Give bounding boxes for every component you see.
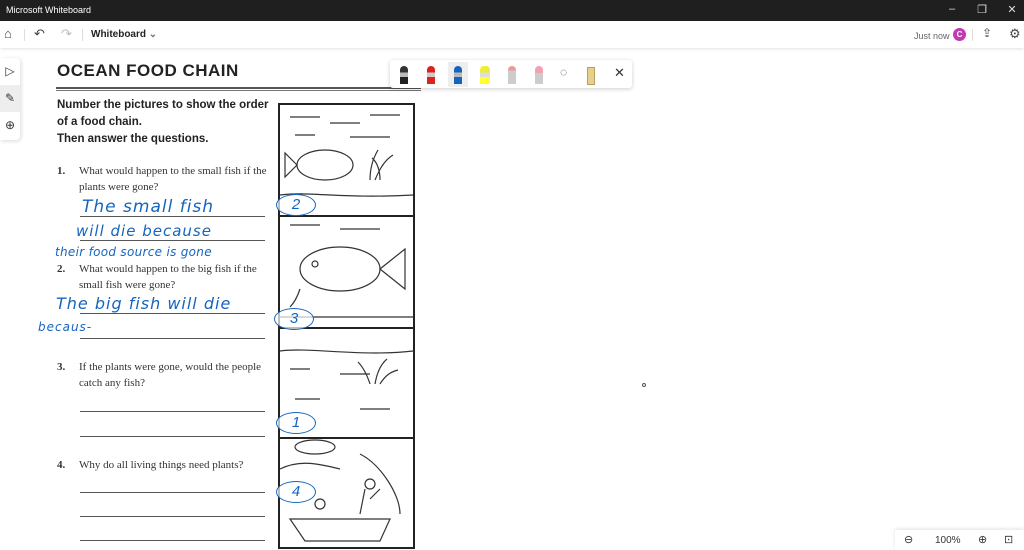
answer-line: [80, 411, 265, 412]
undo-icon[interactable]: ↶: [34, 26, 45, 42]
answer-line: [80, 338, 265, 339]
question-number: 2.: [57, 263, 66, 275]
answer-line: [80, 436, 265, 437]
divider: [82, 29, 83, 41]
question-text: What would happen to the small fish if t…: [79, 165, 267, 193]
eraser-icon[interactable]: [535, 66, 543, 84]
answer-line: [80, 516, 265, 517]
share-icon[interactable]: ⇪: [982, 26, 992, 40]
zoom-controls: ⊖ 100% ⊕ ⊡: [895, 530, 1024, 550]
ink-answer-line[interactable]: The small fish: [82, 197, 214, 217]
answer-line: [80, 240, 265, 241]
question-1: 1. What would happen to the small fish if…: [57, 163, 279, 195]
title-rule: [56, 87, 421, 91]
red-pen-icon[interactable]: [427, 66, 435, 84]
pencil-icon[interactable]: [508, 66, 516, 84]
circled-number: 4: [276, 481, 316, 503]
question-number: 4.: [57, 459, 66, 471]
app-toolbar: ⌂ ↶ ↷ Whiteboard ⌄ Just now C ⇪ ⚙: [0, 21, 1024, 48]
answer-line: [80, 492, 265, 493]
lasso-icon[interactable]: ◌: [560, 65, 567, 79]
select-tool-icon[interactable]: ▷: [0, 58, 20, 85]
fit-to-screen-icon[interactable]: ⊡: [1004, 533, 1013, 546]
question-3: 3. If the plants were gone, would the peo…: [57, 359, 279, 391]
ink-answer-line[interactable]: will die because: [76, 222, 212, 240]
question-number: 3.: [57, 361, 66, 373]
chevron-down-icon: ⌄: [148, 29, 158, 40]
title-bar: Microsoft Whiteboard – ❐ ✕: [0, 0, 1024, 21]
blue-pen-icon[interactable]: [454, 66, 462, 84]
zoom-level: 100%: [935, 535, 961, 546]
question-number: 1.: [57, 165, 66, 177]
worksheet-instructions: Number the pictures to show the order of…: [57, 97, 269, 148]
instruction-line: of a food chain.: [57, 116, 142, 128]
restore-button[interactable]: ❐: [972, 3, 992, 16]
question-text: Why do all living things need plants?: [79, 459, 244, 471]
question-text: What would happen to the big fish if the…: [79, 263, 257, 291]
ink-answer-line[interactable]: becaus-: [38, 320, 92, 334]
board-name: Whiteboard: [91, 29, 146, 40]
window-title: Microsoft Whiteboard: [6, 5, 92, 15]
circled-number: 2: [276, 194, 316, 216]
instruction-line: Number the pictures to show the order: [57, 99, 269, 111]
ruler-icon[interactable]: [587, 67, 595, 85]
black-pen-icon[interactable]: [400, 66, 408, 84]
answer-line: [80, 540, 265, 541]
question-2: 2. What would happen to the big fish if t…: [57, 261, 279, 293]
instruction-line: Then answer the questions.: [57, 133, 209, 145]
answer-line: [80, 313, 265, 314]
zoom-in-icon[interactable]: ⊕: [978, 533, 987, 546]
divider: [24, 29, 25, 41]
question-text: If the plants were gone, would the peopl…: [79, 361, 262, 389]
board-name-dropdown[interactable]: Whiteboard ⌄: [91, 29, 157, 40]
save-status: Just now: [914, 31, 950, 41]
zoom-out-icon[interactable]: ⊖: [904, 533, 913, 546]
add-icon[interactable]: ⊕: [0, 112, 20, 139]
ink-answer-line[interactable]: their food source is gone: [55, 245, 212, 259]
home-icon[interactable]: ⌂: [4, 26, 12, 41]
pen-tool-icon[interactable]: ✎: [0, 85, 20, 112]
gear-icon[interactable]: ⚙: [1009, 26, 1021, 42]
redo-icon[interactable]: ↷: [61, 26, 72, 42]
cursor-dot: [642, 383, 646, 387]
question-4: 4. Why do all living things need plants?: [57, 457, 279, 473]
avatar[interactable]: C: [953, 28, 966, 41]
close-tray-icon[interactable]: ✕: [614, 65, 625, 81]
circled-number: 1: [276, 412, 316, 434]
worksheet-title: OCEAN FOOD CHAIN: [57, 61, 239, 80]
divider: [972, 29, 973, 41]
ink-answer-line[interactable]: The big fish will die: [56, 294, 231, 313]
circled-number: 3: [274, 308, 314, 330]
pen-tray: ◌ ✕: [390, 60, 632, 88]
highlighter-icon[interactable]: [480, 66, 490, 84]
left-toolbar: ▷ ✎ ⊕: [0, 58, 20, 140]
minimize-button[interactable]: –: [942, 3, 962, 15]
close-button[interactable]: ✕: [1002, 3, 1022, 16]
